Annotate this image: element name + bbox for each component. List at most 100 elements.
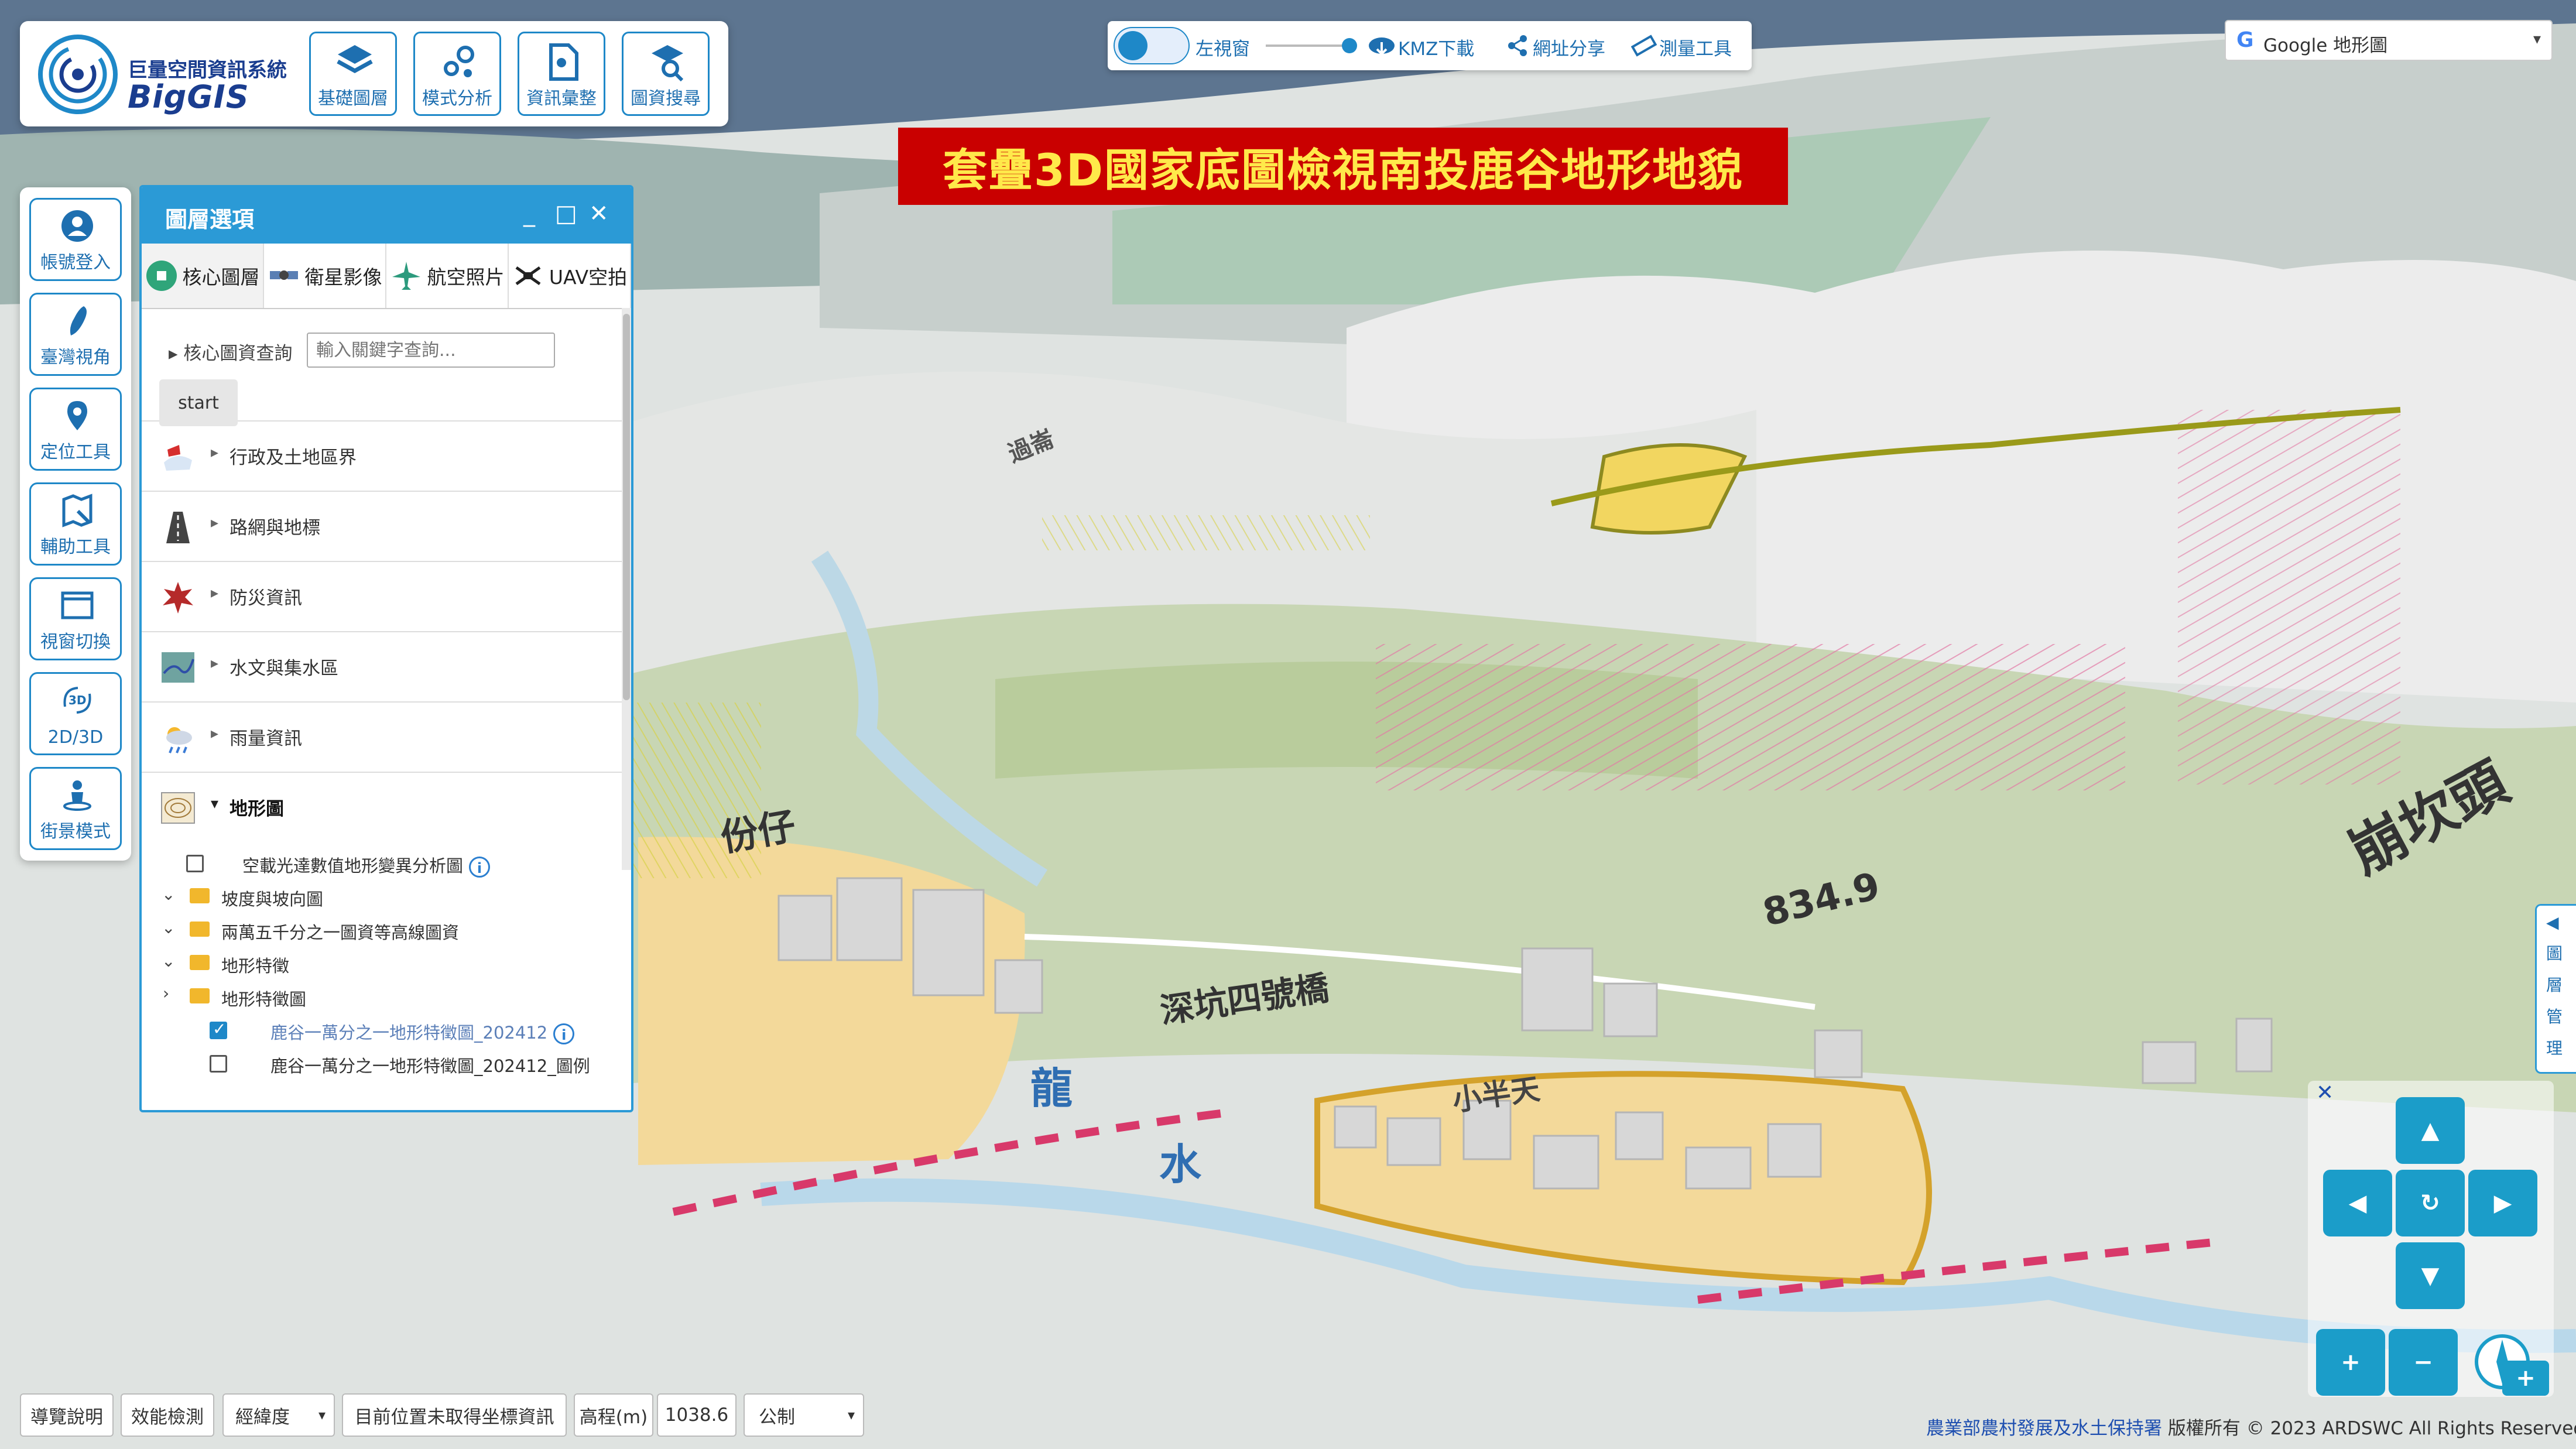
category-admin-boundary[interactable]: ▸ 行政及土地區界 — [142, 422, 631, 492]
login-button[interactable]: 帳號登入 — [29, 198, 122, 281]
category-roads[interactable]: ▸ 路網與地標 — [142, 492, 631, 562]
model-analysis-button[interactable]: 模式分析 — [413, 32, 501, 116]
aux-tool-button[interactable]: 輔助工具 — [29, 482, 122, 566]
kmz-download-button[interactable]: KMZ下載 — [1398, 34, 1474, 60]
3d-toggle-icon: 3D — [63, 687, 91, 714]
tree-item[interactable]: › 地形特徵圖 — [142, 981, 631, 1015]
pan-left-button[interactable]: ◀ — [2323, 1170, 2392, 1236]
share-icon[interactable] — [1506, 34, 1529, 57]
category-topographic[interactable]: ▾ 地形圖 — [142, 773, 631, 842]
zoom-out-button[interactable]: − — [2389, 1329, 2458, 1396]
footer-agency-link[interactable]: 農業部農村發展及水土保持署 — [1926, 1418, 2162, 1439]
share-url-button[interactable]: 網址分享 — [1533, 34, 1605, 60]
zoom-in-button[interactable]: + — [2316, 1329, 2385, 1396]
tab-char: 理 — [2546, 1039, 2563, 1058]
user-icon — [61, 210, 93, 242]
expand-plus-button[interactable]: + — [2502, 1361, 2549, 1396]
reset-view-button[interactable]: ↻ — [2396, 1170, 2465, 1236]
tab-label: 衛星影像 — [304, 266, 382, 289]
maximize-icon[interactable]: □ — [555, 200, 577, 227]
minimize-icon[interactable]: _ — [523, 200, 535, 227]
expand-arrow-icon: ▸ — [211, 514, 219, 532]
tree-item[interactable]: ⌄ 地形特徵 — [142, 948, 631, 981]
panel-header[interactable]: 圖層選項 _ □ ✕ — [142, 187, 631, 244]
tree-item-selected[interactable]: 鹿谷一萬分之一地形特徵圖_202412i — [142, 1015, 631, 1048]
chevron-down-icon[interactable]: ⌄ — [162, 918, 175, 937]
panel-scrollbar[interactable] — [622, 308, 631, 870]
tab-aerial-photo[interactable]: 航空照片 — [386, 244, 509, 308]
tree-item-text: 空載光達數值地形變異分析圖 — [242, 856, 464, 876]
close-icon[interactable]: ✕ — [2316, 1081, 2334, 1105]
info-icon[interactable]: i — [469, 857, 491, 878]
pan-right-button[interactable]: ▶ — [2468, 1170, 2537, 1236]
category-label: 行政及土地區界 — [229, 447, 357, 468]
tab-satellite[interactable]: 衛星影像 — [264, 244, 386, 308]
elevation-label: 高程(m) — [574, 1393, 653, 1437]
info-icon[interactable]: i — [553, 1023, 575, 1044]
category-disaster[interactable]: ▸ 防災資訊 — [142, 562, 631, 632]
tree-item[interactable]: ⌄ 兩萬五千分之一圖資等高線圖資 — [142, 914, 631, 948]
pan-down-button[interactable]: ▼ — [2396, 1242, 2465, 1309]
category-hydrology[interactable]: ▸ 水文與集水區 — [142, 632, 631, 703]
locate-tool-button[interactable]: 定位工具 — [29, 388, 122, 471]
tree-item[interactable]: ⌄ 坡度與坡向圖 — [142, 881, 631, 914]
layer-tabs: 核心圖層 衛星影像 航空照片 UAV空拍 — [142, 244, 631, 309]
chevron-right-icon[interactable]: › — [163, 984, 169, 1003]
info-summary-button[interactable]: 資訊彙整 — [518, 32, 605, 116]
tree-item-label: 空載光達數值地形變異分析圖 i — [242, 852, 491, 878]
chevron-down-icon[interactable]: ⌄ — [162, 885, 175, 904]
chevron-down-icon: ▾ — [2533, 30, 2541, 48]
chevron-down-icon: ▾ — [318, 1407, 326, 1423]
basemap-select[interactable]: G Google 地形圖 ▾ — [2225, 20, 2553, 61]
left-window-toggle[interactable] — [1114, 27, 1190, 64]
layer-checkbox-checked[interactable] — [210, 1019, 227, 1039]
layer-checkbox[interactable] — [210, 1055, 227, 1073]
tree-item-label: 鹿谷一萬分之一地形特徵圖_202412_圖例 — [270, 1056, 590, 1076]
opacity-slider-track[interactable] — [1266, 44, 1354, 47]
toolbar-label: 圖資搜尋 — [631, 88, 701, 109]
category-rainfall[interactable]: ▸ 雨量資訊 — [142, 703, 631, 773]
taiwan-view-button[interactable]: 臺灣視角 — [29, 293, 122, 376]
chevron-down-icon: ▾ — [847, 1407, 855, 1423]
layer-search-button[interactable]: 圖資搜尋 — [622, 32, 710, 116]
performance-button[interactable]: 效能檢測 — [121, 1393, 214, 1437]
drone-icon — [515, 266, 541, 286]
window-switch-button[interactable]: 視窗切換 — [29, 577, 122, 660]
unit-select[interactable]: 公制 ▾ — [744, 1393, 864, 1437]
query-input[interactable] — [307, 333, 555, 368]
panel-title: 圖層選項 — [165, 207, 255, 232]
tree-item[interactable]: 空載光達數值地形變異分析圖 i — [142, 848, 631, 881]
layer-checkbox[interactable] — [186, 855, 204, 872]
ruler-icon[interactable] — [1631, 34, 1657, 57]
tree-item-label: 地形特徵 — [221, 956, 290, 976]
tab-uav[interactable]: UAV空拍 — [509, 244, 631, 308]
2d-3d-toggle-button[interactable]: 3D 2D/3D — [29, 672, 122, 755]
biggis-logo[interactable]: 巨量空間資訊系統 BigGIS — [34, 30, 292, 118]
layer-management-tab[interactable]: ◀ 圖 層 管 理 — [2535, 904, 2576, 1074]
expand-arrow-icon: ▸ — [211, 655, 219, 672]
close-icon[interactable]: ✕ — [589, 200, 609, 227]
query-label: ▸ 核心圖資查詢 — [169, 343, 293, 364]
tab-core-layers[interactable]: 核心圖層 — [142, 244, 264, 308]
cloud-download-icon[interactable] — [1368, 33, 1396, 59]
map-tool-icon — [62, 494, 93, 527]
street-view-button[interactable]: 街景模式 — [29, 767, 122, 850]
query-start-button[interactable]: start — [159, 379, 238, 426]
pan-up-button[interactable]: ▲ — [2396, 1097, 2465, 1164]
expand-arrow-icon: ▸ — [211, 584, 219, 602]
opacity-slider-handle[interactable] — [1342, 38, 1357, 53]
chevron-down-icon[interactable]: ⌄ — [162, 951, 175, 971]
top-toolbar: 巨量空間資訊系統 BigGIS 基礎圖層 模式分析 資訊彙整 圖資搜尋 — [20, 21, 728, 126]
disaster-icon — [163, 582, 193, 614]
scrollbar-thumb[interactable] — [623, 314, 630, 700]
guide-button[interactable]: 導覽說明 — [20, 1393, 114, 1437]
coord-type-select[interactable]: 經緯度 ▾ — [222, 1393, 335, 1437]
tree-item[interactable]: 鹿谷一萬分之一地形特徵圖_202412_圖例 — [142, 1048, 631, 1081]
measure-tool-button[interactable]: 測量工具 — [1659, 34, 1732, 60]
google-icon: G — [2236, 28, 2254, 52]
left-window-label: 左視窗 — [1195, 39, 1250, 60]
taiwan-icon — [70, 306, 87, 335]
category-label: 地形圖 — [229, 799, 284, 820]
folder-icon — [190, 922, 210, 937]
basemap-layers-button[interactable]: 基礎圖層 — [309, 32, 397, 116]
